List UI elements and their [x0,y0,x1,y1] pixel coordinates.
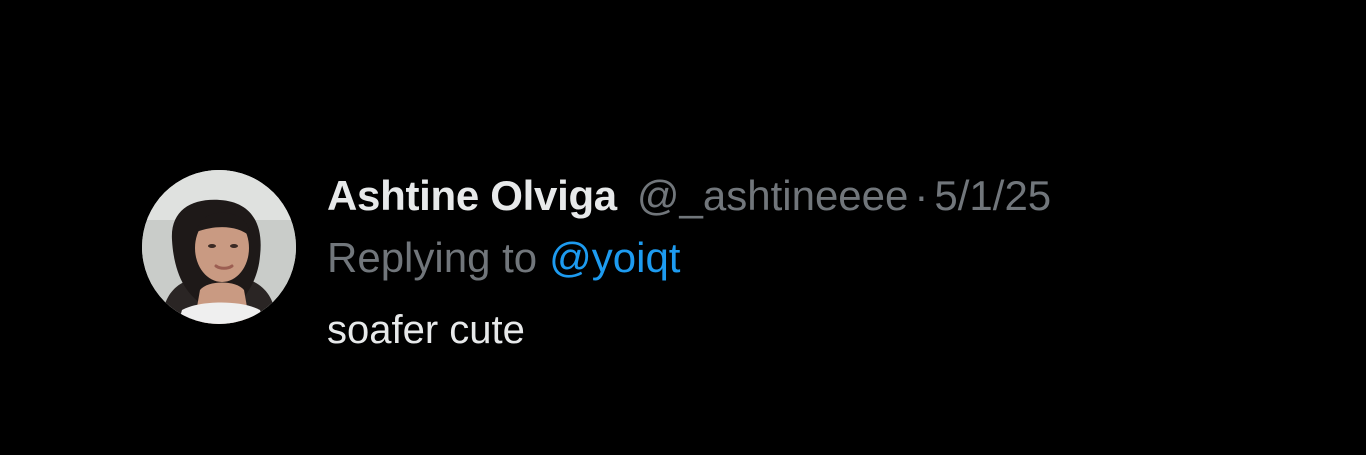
tweet-text: soafer cute [327,308,525,352]
replying-to-label: Replying to [327,234,538,281]
tweet-header: Ashtine Olviga @_ashtineeee · 5/1/25 [327,166,1322,226]
tweet[interactable]: Ashtine Olviga @_ashtineeee · 5/1/25 Rep… [142,166,1322,386]
author-handle[interactable]: @_ashtineeee [637,175,909,217]
reply-mention-link[interactable]: @yoiqt [549,237,680,279]
replying-to: Replying to @yoiqt [327,226,1322,290]
profile-photo-icon [142,170,296,324]
avatar[interactable] [142,170,296,324]
separator-dot: · [914,172,929,219]
tweet-date[interactable]: 5/1/25 [934,175,1051,217]
tweet-content: Ashtine Olviga @_ashtineeee · 5/1/25 Rep… [327,166,1322,354]
author-display-name[interactable]: Ashtine Olviga [327,175,617,217]
